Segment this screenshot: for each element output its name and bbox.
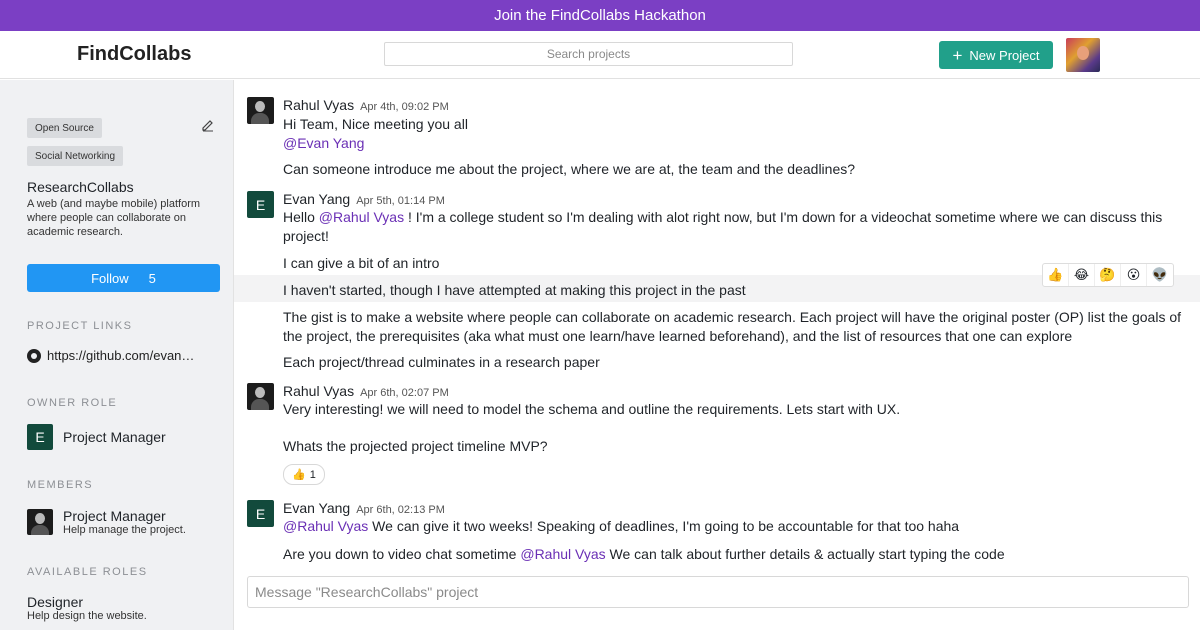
project-name: ResearchCollabs — [27, 179, 134, 195]
message-text: Whats the projected project timeline MVP… — [283, 438, 548, 454]
project-links-heading: PROJECT LINKS — [27, 320, 133, 332]
mention[interactable]: @Evan Yang — [283, 134, 1188, 153]
mention[interactable]: @Rahul Vyas — [319, 209, 404, 225]
available-roles-heading: AVAILABLE ROLES — [27, 566, 148, 578]
thinking-icon[interactable]: 🤔 — [1095, 264, 1121, 286]
member-role-desc: Help manage the project. — [63, 524, 186, 536]
message-text: @Rahul Vyas We can give it two weeks! Sp… — [283, 517, 1188, 536]
owner-role-title: Project Manager — [63, 429, 166, 445]
members-heading: MEMBERS — [27, 479, 94, 491]
project-sidebar: Open Source Social Networking ResearchCo… — [0, 80, 234, 630]
message-text: The gist is to make a website where peop… — [283, 309, 1182, 344]
github-link[interactable]: https://github.com/evan… — [27, 348, 222, 363]
thumbs-up-icon: 👍 — [292, 469, 306, 481]
mention[interactable]: @Rahul Vyas — [283, 518, 368, 534]
follow-label: Follow — [91, 270, 129, 286]
hackathon-banner[interactable]: Join the FindCollabs Hackathon — [0, 0, 1200, 31]
message-author[interactable]: Rahul Vyas — [283, 97, 354, 113]
project-description: A web (and maybe mobile) platform where … — [27, 198, 201, 238]
message-time: Apr 6th, 02:07 PM — [360, 387, 449, 399]
logo[interactable]: FindCollabs — [77, 43, 191, 66]
tag-social-networking[interactable]: Social Networking — [27, 146, 124, 166]
message-header: Evan Yang Apr 6th, 02:13 PM — [283, 500, 445, 516]
message-author[interactable]: Evan Yang — [283, 500, 350, 516]
message-time: Apr 5th, 01:14 PM — [356, 195, 445, 207]
alien-icon[interactable]: 👽 — [1147, 264, 1173, 286]
chat-panel: Rahul Vyas Apr 4th, 09:02 PM Hi Team, Ni… — [234, 80, 1200, 630]
owner-role[interactable]: E Project Manager — [27, 424, 166, 450]
author-avatar[interactable]: E — [247, 500, 274, 527]
message-text-part: Hello — [283, 209, 315, 225]
surprised-icon[interactable]: 😮 — [1121, 264, 1147, 286]
new-project-label: New Project — [969, 47, 1040, 63]
author-avatar[interactable]: E — [247, 191, 274, 218]
message-text: Very interesting! we will need to model … — [283, 401, 901, 417]
thumbs-up-icon[interactable]: 👍 — [1043, 264, 1069, 286]
message-text-part: We can give it two weeks! Speaking of de… — [368, 518, 960, 534]
available-role-title: Designer — [27, 594, 84, 610]
message-time: Apr 4th, 09:02 PM — [360, 101, 449, 113]
message-text: Hello @Rahul Vyas ! I'm a college studen… — [283, 208, 1188, 246]
tag-open-source[interactable]: Open Source — [27, 118, 102, 138]
reaction-badge[interactable]: 👍 1 — [283, 464, 325, 485]
mention[interactable]: @Rahul Vyas — [520, 546, 605, 562]
member-item[interactable]: Project Manager Help manage the project. — [27, 508, 186, 536]
reaction-picker: 👍 😂 🤔 😮 👽 — [1042, 263, 1174, 287]
author-avatar[interactable] — [247, 97, 274, 124]
member-avatar — [27, 509, 53, 535]
available-role-desc: Help design the website. — [27, 610, 147, 622]
message-header: Rahul Vyas Apr 4th, 09:02 PM — [283, 97, 449, 113]
github-icon — [27, 348, 41, 363]
plus-icon: + — [952, 45, 963, 65]
available-role-item[interactable]: Designer Help design the website. — [27, 594, 147, 622]
search-input[interactable] — [384, 42, 793, 66]
message-input[interactable] — [247, 576, 1189, 608]
banner-text[interactable]: Join the FindCollabs Hackathon — [494, 7, 706, 24]
github-link-text[interactable]: https://github.com/evan… — [47, 348, 194, 363]
message-header: Evan Yang Apr 5th, 01:14 PM — [283, 191, 445, 207]
author-avatar[interactable] — [247, 383, 274, 410]
member-role-title: Project Manager — [63, 508, 166, 524]
message-text-part: We can talk about further details & actu… — [605, 546, 1005, 562]
follow-count: 5 — [148, 270, 156, 286]
edit-icon[interactable] — [201, 118, 215, 132]
new-project-button[interactable]: + New Project — [939, 41, 1053, 69]
user-avatar[interactable] — [1066, 38, 1100, 72]
message-text: Hi Team, Nice meeting you all — [283, 116, 468, 132]
message-text: Are you down to video chat sometime @Rah… — [283, 545, 1188, 564]
message-header: Rahul Vyas Apr 6th, 02:07 PM — [283, 383, 449, 399]
message-time: Apr 6th, 02:13 PM — [356, 504, 445, 516]
message-text: Can someone introduce me about the proje… — [283, 161, 856, 177]
top-navigation: FindCollabs + New Project — [0, 31, 1200, 79]
laughing-icon[interactable]: 😂 — [1069, 264, 1095, 286]
follow-button[interactable]: Follow 5 — [27, 264, 220, 292]
reaction-count: 1 — [309, 468, 316, 481]
message-author[interactable]: Rahul Vyas — [283, 383, 354, 399]
owner-avatar: E — [27, 424, 53, 450]
message-text: Each project/thread culminates in a rese… — [283, 354, 600, 370]
message-text-part: ! I'm a college student so I'm dealing w… — [283, 209, 1163, 244]
message-text-part: Are you down to video chat sometime — [283, 546, 517, 562]
owner-role-heading: OWNER ROLE — [27, 397, 118, 409]
message-author[interactable]: Evan Yang — [283, 191, 350, 207]
